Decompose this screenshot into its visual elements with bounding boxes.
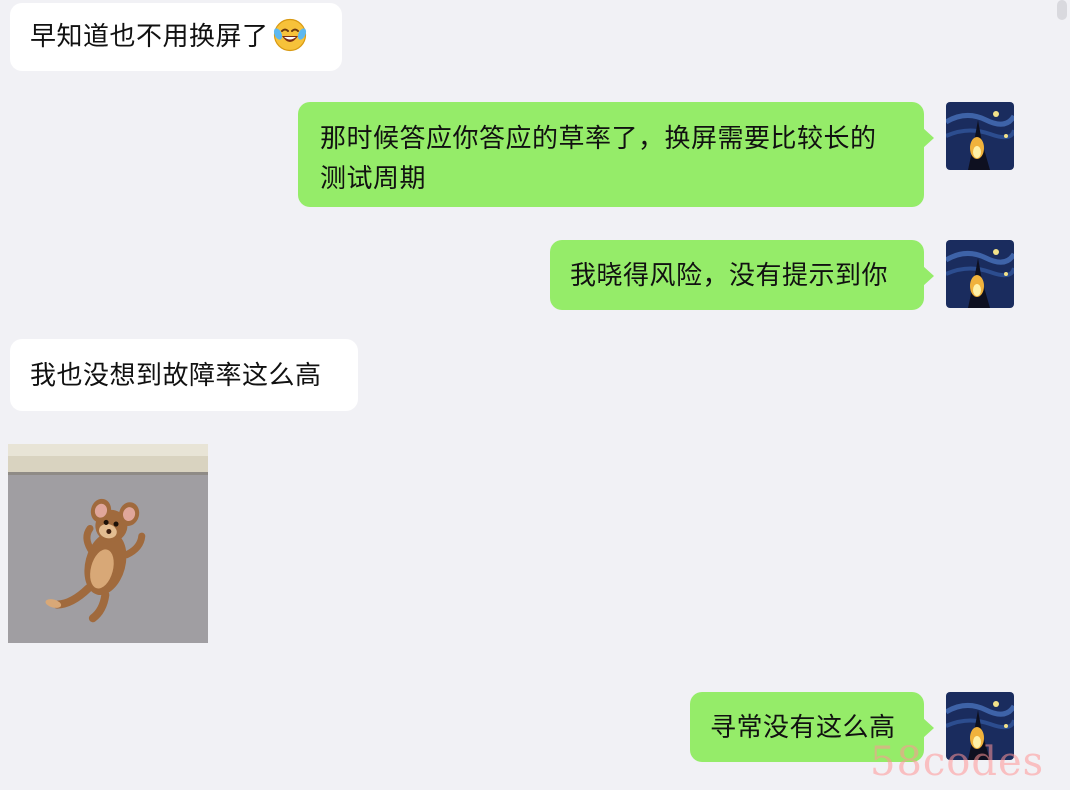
incoming-message-bubble[interactable]: 早知道也不用换屏了 [10, 3, 342, 71]
scrollbar-thumb[interactable] [1057, 0, 1067, 20]
outgoing-message-bubble[interactable]: 那时候答应你答应的草率了，换屏需要比较长的 测试周期 [298, 102, 934, 207]
laughing-tears-emoji-icon [273, 18, 307, 52]
user-avatar[interactable] [946, 102, 1014, 170]
message-text-line: 那时候答应你答应的草率了，换屏需要比较长的 [320, 124, 877, 154]
watermark-text: 58codes [870, 739, 1045, 785]
message-text: 早知道也不用换屏了 [30, 22, 269, 52]
chat-conversation: 早知道也不用换屏了 那时候答应你答应的草率了，换屏需要比较长的 测试周期 我晓得… [0, 0, 1070, 790]
message-text: 我晓得风险，没有提示到你 [570, 261, 889, 291]
user-avatar[interactable] [946, 240, 1014, 308]
incoming-message-bubble[interactable]: 我也没想到故障率这么高 [10, 339, 358, 411]
jerry-mouse-sticker-image[interactable] [8, 444, 208, 643]
message-text: 我也没想到故障率这么高 [30, 361, 322, 391]
outgoing-message-bubble[interactable]: 我晓得风险，没有提示到你 [550, 240, 934, 310]
message-text-line: 测试周期 [320, 164, 427, 194]
message-text: 寻常没有这么高 [710, 713, 896, 743]
